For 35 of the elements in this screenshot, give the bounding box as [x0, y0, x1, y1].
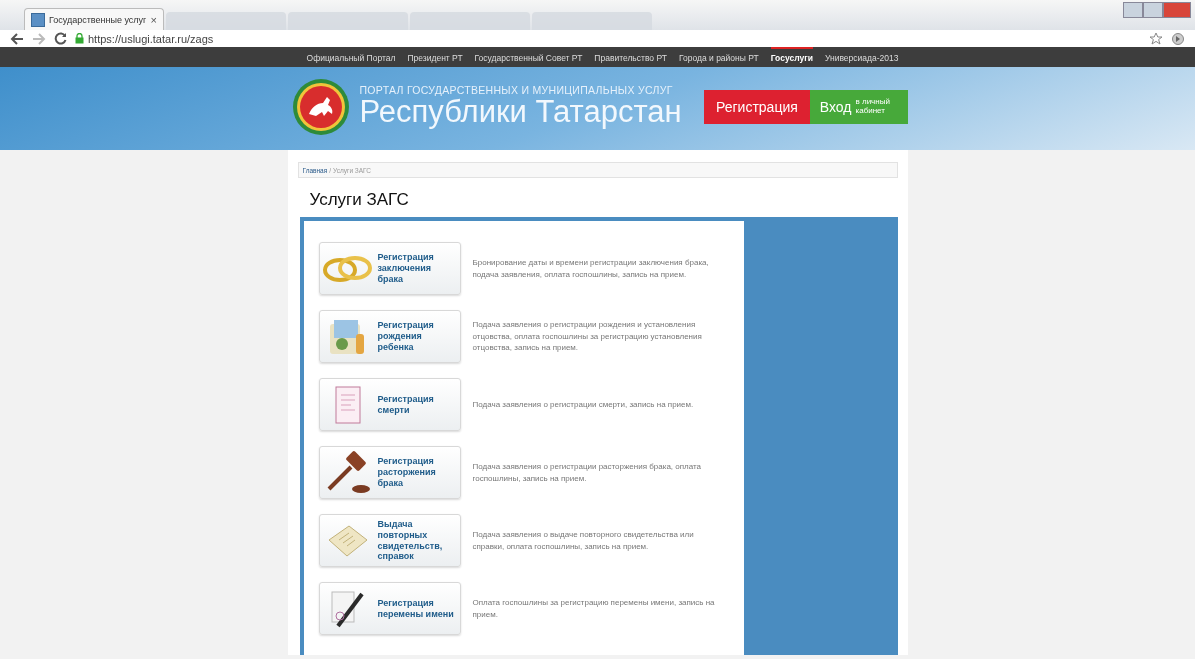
service-description: Оплата госпошлины за регистрацию перемены имени, запись на прием. [472, 596, 716, 621]
star-icon[interactable] [1149, 31, 1163, 46]
close-icon[interactable]: × [150, 13, 157, 26]
emblem-icon [291, 77, 350, 136]
tab-title: Государственные услуг [49, 14, 147, 25]
nav-link[interactable]: Города и районы РТ [678, 47, 759, 67]
page-title: Услуги ЗАГС [309, 190, 410, 210]
window-controls[interactable] [1123, 2, 1191, 18]
nav-link[interactable]: Универсиада-2013 [824, 47, 899, 67]
service-description: Подача заявления о регистрации рождения и установления отцовства, оплата госпошлины за регистрацию установления отцовства, запись на прием. [472, 319, 703, 354]
service-description: Подача заявления о выдаче повторного свидетельства или справки, оплата госпошлины, запись на прием. [472, 528, 695, 553]
portal-subtitle: ПОРТАЛ ГОСУДАРСТВЕННЫХ И МУНИЦИПАЛЬНЫХ УСЛУГ [359, 84, 674, 97]
rings-icon [321, 253, 374, 284]
favicon-icon [31, 12, 45, 27]
service-button[interactable]: Выдача повторных свидетельств, справок [318, 514, 461, 567]
reload-icon[interactable] [54, 32, 67, 45]
nav-link[interactable]: Правительство РТ [594, 47, 667, 67]
service-button[interactable]: Регистрация перемены имени [318, 582, 461, 635]
lock-icon [75, 33, 84, 44]
service-button[interactable]: Регистрация смерти [318, 378, 461, 431]
register-button[interactable]: Регистрация [704, 89, 810, 124]
forward-arrow-icon[interactable] [32, 32, 46, 45]
service-button[interactable]: Регистрация рождения ребенка [318, 310, 461, 363]
service-button[interactable]: Регистрация расторжения брака [318, 446, 461, 499]
browser-tab[interactable]: Государственные услуг × [24, 8, 164, 30]
nav-link[interactable]: Официальный Портал [306, 47, 396, 67]
service-button[interactable]: Регистрация заключения брака [318, 242, 461, 295]
portal-title: Республики Татарстан [359, 96, 682, 129]
service-description: Подача заявления о регистрации расторжения брака, оплата госпошлины, запись на прием. [472, 460, 703, 485]
back-arrow-icon[interactable] [10, 32, 24, 45]
certificate-icon [332, 384, 363, 425]
service-description: Подача заявления о регистрации смерти, запись на прием. [472, 398, 695, 411]
nav-link[interactable]: Президент РТ [407, 47, 463, 67]
nav-link[interactable]: Государственный Совет РТ [474, 47, 583, 67]
service-description: Бронирование даты и времени регистрации заключения брака, подача заявления, оплата госпошлины, запись на прием. [472, 256, 710, 281]
